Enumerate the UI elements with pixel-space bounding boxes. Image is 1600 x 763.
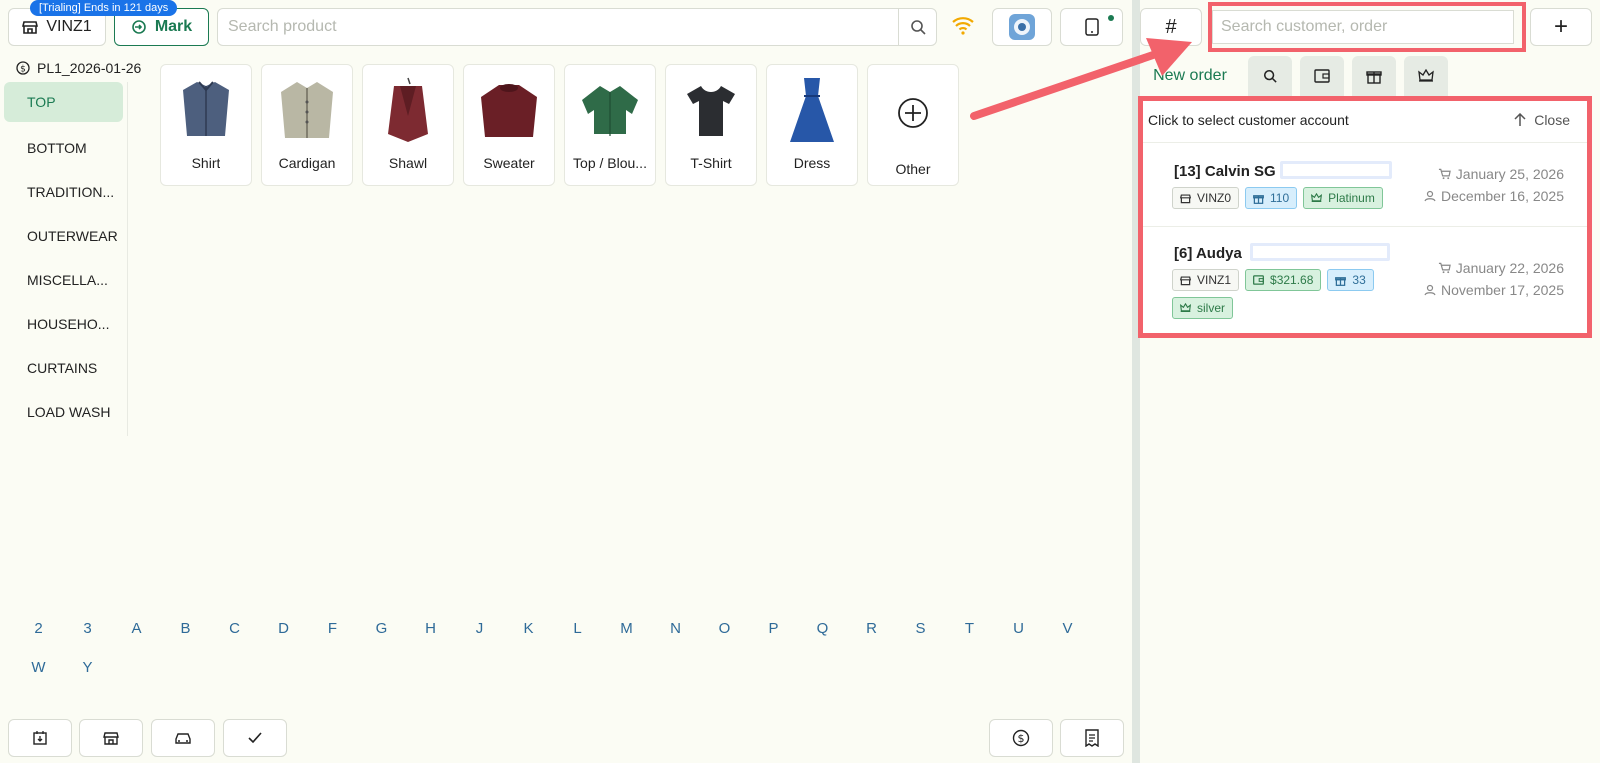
alpha-item[interactable]: T — [945, 620, 994, 637]
alpha-item[interactable]: M — [602, 620, 651, 637]
alpha-item[interactable]: G — [357, 620, 406, 637]
pricelist-label[interactable]: $ PL1_2026-01-26 — [16, 60, 141, 76]
mark-label: Mark — [154, 18, 193, 35]
store-icon — [22, 21, 39, 34]
receipt-button[interactable] — [1060, 719, 1124, 757]
shawl-icon — [388, 77, 428, 142]
tab-new-order[interactable]: New order — [1140, 56, 1240, 96]
order-tabs: New order — [1140, 56, 1448, 96]
alpha-item[interactable]: V — [1043, 620, 1092, 637]
brand-logo-icon — [1009, 14, 1035, 40]
category-top[interactable]: TOP — [4, 82, 123, 122]
alpha-item[interactable]: S — [896, 620, 945, 637]
product-cardigan[interactable]: Cardigan — [261, 64, 353, 186]
product-shirt[interactable]: Shirt — [160, 64, 252, 186]
delivery-button[interactable] — [151, 719, 215, 757]
alpha-item[interactable]: Q — [798, 620, 847, 637]
category-outerwear[interactable]: OUTERWEAR — [0, 214, 127, 258]
alpha-item[interactable]: K — [504, 620, 553, 637]
product-search-button[interactable] — [898, 9, 936, 45]
alpha-item[interactable]: P — [749, 620, 798, 637]
search-highlight-box — [1208, 2, 1526, 52]
mark-icon — [132, 20, 146, 34]
category-bottom[interactable]: BOTTOM — [0, 126, 127, 170]
product-search-input[interactable] — [218, 9, 898, 45]
trial-badge: [Trialing] Ends in 121 days — [30, 0, 178, 16]
alpha-item[interactable]: H — [406, 620, 455, 637]
wifi-icon — [952, 17, 974, 35]
category-miscellaneous[interactable]: MISCELLA... — [0, 258, 127, 302]
pricelist-name: PL1_2026-01-26 — [37, 60, 142, 76]
svg-text:$: $ — [1018, 732, 1025, 745]
dress-icon — [790, 78, 834, 142]
tab-wallet[interactable] — [1300, 56, 1344, 96]
category-load-wash[interactable]: LOAD WASH — [0, 390, 127, 434]
logo-button[interactable] — [992, 8, 1052, 46]
crown-icon — [1418, 69, 1434, 82]
alpha-item[interactable]: N — [651, 620, 700, 637]
calendar-button[interactable] — [8, 719, 72, 757]
alpha-item[interactable]: C — [210, 620, 259, 637]
category-traditional[interactable]: TRADITION... — [0, 170, 127, 214]
alpha-item[interactable]: Y — [63, 659, 112, 676]
alpha-item[interactable]: R — [847, 620, 896, 637]
sweater-icon — [481, 84, 537, 137]
alpha-item[interactable]: J — [455, 620, 504, 637]
search-icon — [1263, 69, 1277, 83]
product-dress[interactable]: Dress — [766, 64, 858, 186]
alpha-item[interactable]: F — [308, 620, 357, 637]
blouse-icon — [582, 86, 638, 136]
store-button[interactable] — [79, 719, 143, 757]
wallet-icon — [1314, 69, 1330, 83]
add-customer-button[interactable]: + — [1530, 8, 1592, 46]
alpha-item[interactable]: W — [14, 659, 63, 676]
alpha-item[interactable]: U — [994, 620, 1043, 637]
product-search — [217, 8, 937, 46]
payment-button[interactable]: $ — [989, 719, 1053, 757]
product-grid: Shirt Cardigan Shawl Sweater Top / Blou.… — [160, 64, 959, 186]
alpha-item[interactable]: A — [112, 620, 161, 637]
search-icon — [910, 20, 926, 35]
dollar-icon: $ — [16, 61, 30, 75]
product-sweater[interactable]: Sweater — [463, 64, 555, 186]
alpha-item[interactable]: L — [553, 620, 602, 637]
product-other[interactable]: Other — [867, 64, 959, 186]
device-button[interactable] — [1060, 8, 1123, 46]
alpha-item[interactable]: B — [161, 620, 210, 637]
cardigan-icon — [281, 82, 333, 138]
storefront-icon — [103, 732, 119, 745]
category-list: TOP BOTTOM TRADITION... OUTERWEAR MISCEL… — [0, 82, 128, 436]
product-top-blouse[interactable]: Top / Blou... — [564, 64, 656, 186]
alphabet-index: 2 3 A B C D F G H J K L M N O P Q R S T … — [14, 620, 1094, 676]
svg-text:$: $ — [20, 65, 26, 75]
alpha-item[interactable]: 3 — [63, 620, 112, 637]
tab-search[interactable] — [1248, 56, 1292, 96]
tab-membership[interactable] — [1404, 56, 1448, 96]
tablet-icon — [1084, 18, 1099, 36]
confirm-button[interactable] — [223, 719, 287, 757]
dollar-circle-icon: $ — [1012, 729, 1030, 747]
online-indicator — [1108, 15, 1114, 21]
product-shawl[interactable]: Shawl — [362, 64, 454, 186]
product-t-shirt[interactable]: T-Shirt — [665, 64, 757, 186]
receipt-icon — [1085, 729, 1099, 747]
tshirt-icon — [687, 86, 735, 136]
customer-panel-highlight-box — [1138, 96, 1592, 338]
alpha-item[interactable]: 2 — [14, 620, 63, 637]
order-number-button[interactable]: # — [1140, 8, 1202, 46]
plus-circle-icon — [898, 98, 928, 128]
car-icon — [175, 733, 191, 744]
category-household[interactable]: HOUSEHO... — [0, 302, 127, 346]
calendar-icon — [33, 731, 47, 745]
gift-icon — [1366, 71, 1382, 84]
check-icon — [248, 732, 262, 744]
pos-main-area: [Trialing] Ends in 121 days VINZ1 Mark $… — [0, 0, 1132, 763]
alpha-item[interactable]: O — [700, 620, 749, 637]
category-curtains[interactable]: CURTAINS — [0, 346, 127, 390]
tab-gift[interactable] — [1352, 56, 1396, 96]
alpha-item[interactable]: D — [259, 620, 308, 637]
store-name: VINZ1 — [46, 18, 92, 35]
shirt-icon — [183, 81, 229, 136]
